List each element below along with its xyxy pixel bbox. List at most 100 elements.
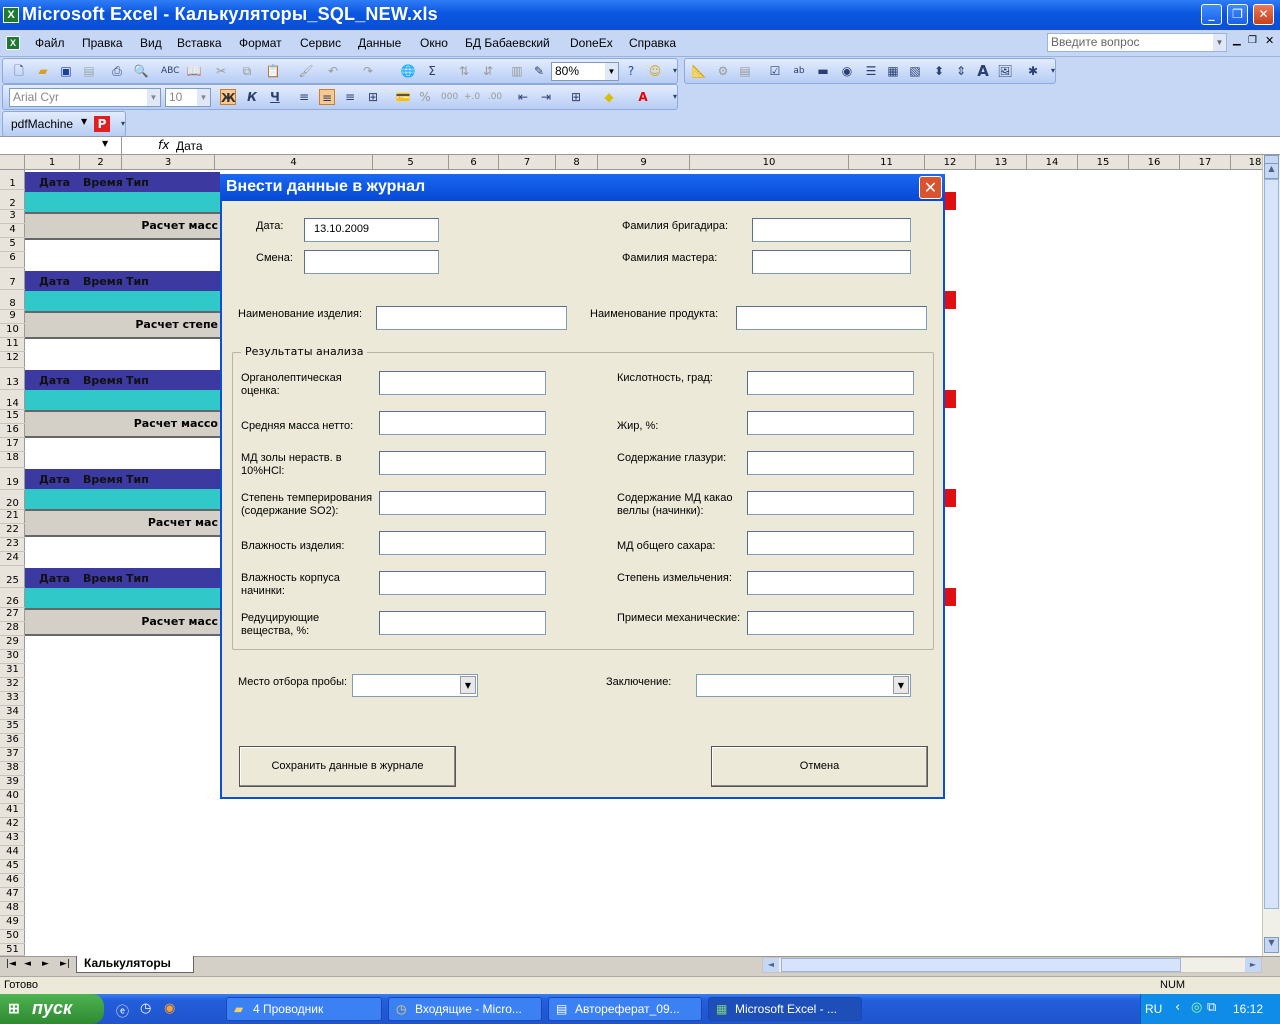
analysis-field[interactable] [747,611,914,635]
help-icon[interactable]: ? [623,63,639,79]
analysis-field[interactable] [747,571,914,595]
first-sheet-icon[interactable]: |◄ [6,959,16,969]
row-header[interactable]: 11 [0,338,25,352]
align-right-icon[interactable]: ≡ [342,89,358,105]
row-header[interactable]: 44 [0,846,25,860]
underline-icon[interactable]: Ч [267,89,283,105]
date-field[interactable]: 13.10.2009 [304,218,439,242]
menu-insert[interactable]: Вставка [177,36,222,50]
currency-icon[interactable]: 💳 [395,89,411,105]
analysis-field[interactable] [379,411,546,435]
fill-color-icon[interactable]: ◆ [601,89,617,105]
column-header[interactable]: 6 [449,155,499,170]
toolbar-options-icon[interactable]: ▾ [115,116,131,132]
row-header[interactable]: 21 [0,510,25,524]
chevron-down-icon[interactable]: ▼ [460,676,476,694]
textbox-control-icon[interactable]: ab [791,63,807,79]
row-header[interactable]: 37 [0,748,25,762]
menu-data[interactable]: Данные [358,36,401,50]
row-header[interactable]: 51 [0,944,25,956]
dialog-title-bar[interactable]: Внести данные в журнал ✕ [220,174,945,201]
combobox-control-icon[interactable]: ▦ [885,63,901,79]
row-header[interactable]: 30 [0,650,25,664]
row-header[interactable]: 16 [0,424,25,438]
row-header[interactable]: 40 [0,790,25,804]
row-header[interactable]: 7 [0,268,25,290]
toolbar-options-icon[interactable]: ▾ [1045,63,1061,79]
chevron-right-icon[interactable]: ► [1245,958,1261,972]
header-cell-time[interactable]: Время [83,473,123,486]
row-header[interactable]: 42 [0,818,25,832]
outlook-quicklaunch-icon[interactable]: ◷ [140,1001,151,1016]
column-header[interactable]: 5 [373,155,449,170]
row-header[interactable]: 13 [0,368,25,390]
row-header[interactable]: 27 [0,608,25,622]
row-header[interactable]: 24 [0,552,25,566]
row-header[interactable]: 1 [0,170,25,190]
prev-sheet-icon[interactable]: ◄ [24,959,31,969]
zoom-select[interactable]: 80% ▼ [551,62,619,81]
column-header[interactable]: 16 [1129,155,1180,170]
row-header[interactable]: 15 [0,410,25,424]
decrease-decimal-icon[interactable]: .00 [487,89,503,105]
header-cell-product-type[interactable]: Тип продукции [126,572,220,588]
calc-row[interactable]: Расчет массо [25,410,220,438]
thousands-icon[interactable]: 000 [441,89,458,105]
listbox-control-icon[interactable]: ☰ [863,63,879,79]
analysis-field[interactable] [379,571,546,595]
merge-center-icon[interactable]: ⊞ [365,89,381,105]
menu-view[interactable]: Вид [140,36,162,50]
font-size-select[interactable]: 10 ▼ [165,88,211,107]
row-header[interactable]: 32 [0,678,25,692]
paste-icon[interactable]: 📋 [265,63,281,79]
row-header[interactable]: 5 [0,238,25,252]
column-header[interactable]: 2 [80,155,122,170]
column-header[interactable]: 4 [215,155,373,170]
row-header[interactable]: 3 [0,210,25,224]
chevron-up-icon[interactable]: ▲ [1264,163,1279,179]
firefox-quicklaunch-icon[interactable]: ◉ [164,1001,175,1016]
row-header[interactable]: 17 [0,438,25,452]
column-header[interactable]: 15 [1078,155,1129,170]
conclusion-select[interactable]: ▼ [696,674,911,697]
row-header[interactable]: 38 [0,762,25,776]
row-header[interactable]: 47 [0,888,25,902]
open-folder-icon[interactable]: ▰ [35,63,51,79]
master-field[interactable] [752,250,911,274]
sort-descending-icon[interactable]: ⇵ [480,63,496,79]
start-button[interactable]: ⊞ пуск [0,994,104,1024]
formula-input[interactable]: Дата [176,139,203,153]
design-mode-icon[interactable]: 📐 [691,63,707,79]
smiley-icon[interactable]: ☺ [647,63,663,79]
close-button[interactable]: ✕ [1253,4,1274,25]
row-header[interactable]: 10 [0,324,25,338]
dialog-close-button[interactable]: ✕ [919,176,942,199]
calc-row[interactable]: Расчет масс [25,212,220,240]
row-header[interactable]: 46 [0,874,25,888]
analysis-field[interactable] [379,611,546,635]
row-header[interactable]: 20 [0,490,25,510]
row-header[interactable]: 12 [0,352,25,368]
excel-icon[interactable]: X [3,7,19,23]
header-cell-time[interactable]: Время [83,572,123,585]
next-sheet-icon[interactable]: ► [42,959,49,969]
properties-icon[interactable]: ⚙ [715,63,731,79]
more-controls-icon[interactable]: ✱ [1025,63,1041,79]
cancel-button[interactable]: Отмена [711,746,928,787]
save-to-journal-button[interactable]: Сохранить данные в журнале [239,746,456,787]
doc-restore-icon[interactable]: ❐ [1248,35,1257,46]
product-name-field[interactable] [736,306,927,330]
align-center-icon[interactable]: ≡ [319,89,335,105]
chevron-down-icon[interactable]: ▼ [1264,937,1279,953]
save-icon[interactable]: ▣ [58,63,74,79]
header-cell-product-type[interactable]: Тип продукции [126,176,220,192]
tray-expand-icon[interactable]: ‹ [1175,1000,1180,1015]
item-name-field[interactable] [376,306,567,330]
row-header[interactable]: 4 [0,224,25,238]
column-header[interactable]: 1 [25,155,80,170]
vertical-scrollbar[interactable]: ▲ ▼ [1262,155,1280,956]
increase-indent-icon[interactable]: ⇥ [538,89,554,105]
data-row[interactable] [25,390,220,410]
chevron-down-icon[interactable]: ▼ [893,676,909,694]
hyperlink-icon[interactable]: 🌐 [400,63,416,79]
